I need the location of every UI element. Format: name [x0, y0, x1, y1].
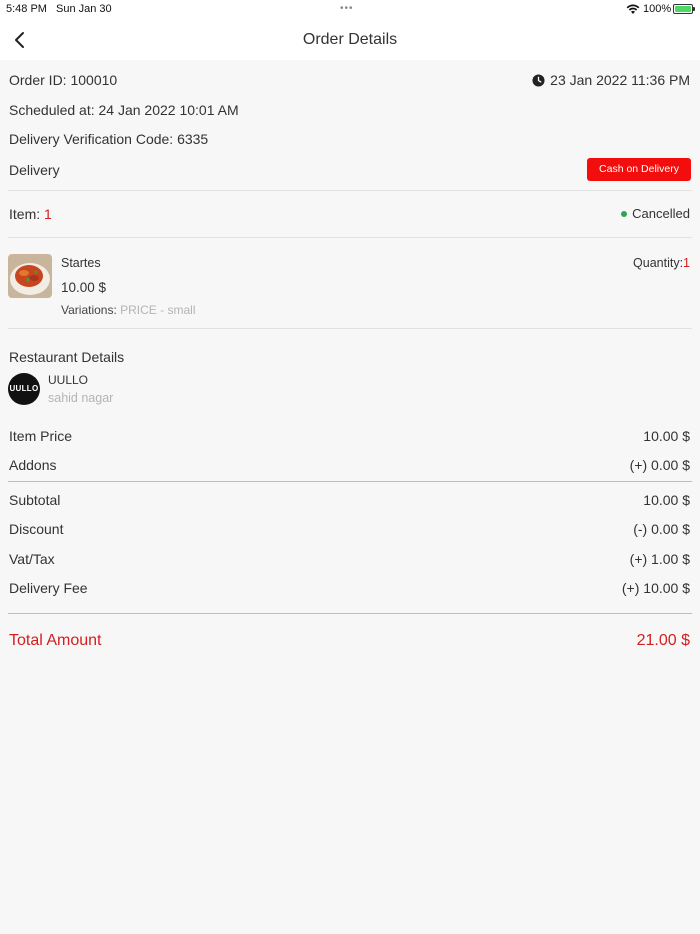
- variations-value: PRICE - small: [120, 303, 196, 317]
- status-dot-icon: [621, 210, 628, 217]
- divider: [8, 328, 692, 329]
- divider: [8, 481, 692, 482]
- vat-value: (+) 1.00 $: [629, 551, 690, 567]
- order-status: Cancelled: [621, 206, 690, 221]
- divider: [8, 190, 692, 191]
- divider: [8, 613, 692, 614]
- item-count-row: Item: 1: [9, 206, 52, 222]
- restaurant-address: sahid nagar: [48, 391, 114, 405]
- divider: [8, 237, 692, 238]
- discount-label: Discount: [9, 521, 64, 537]
- status-time: 5:48 PM: [6, 3, 47, 15]
- restaurant-name: UULLO: [48, 373, 89, 387]
- order-id: Order ID: 100010: [9, 72, 118, 88]
- verification-code: Delivery Verification Code: 6335: [9, 131, 209, 147]
- status-date: Sun Jan 30: [56, 3, 112, 15]
- item-price-label: Item Price: [9, 428, 73, 444]
- scheduled-at: Scheduled at: 24 Jan 2022 10:01 AM: [9, 102, 239, 118]
- quantity-label: Quantity:: [633, 256, 684, 270]
- status-text: Cancelled: [632, 206, 690, 221]
- delivery-fee-label: Delivery Fee: [9, 580, 88, 596]
- item-price: 10.00 $: [61, 280, 107, 295]
- addons-label: Addons: [9, 457, 57, 473]
- restaurant-section-title: Restaurant Details: [9, 349, 125, 365]
- order-datetime: 23 Jan 2022 11:36 PM: [550, 72, 690, 88]
- subtotal-label: Subtotal: [9, 492, 61, 508]
- food-image: [8, 254, 52, 298]
- delivery-fee-value: (+) 10.00 $: [621, 580, 690, 596]
- total-amount-value: 21.00 $: [636, 632, 690, 649]
- item-count-value: 1: [44, 206, 52, 222]
- battery-percent: 100%: [643, 3, 672, 15]
- item-name: Startes: [61, 256, 101, 270]
- payment-method-badge: Cash on Delivery: [587, 158, 691, 181]
- variations-label: Variations:: [61, 303, 121, 317]
- discount-value: (-) 0.00 $: [633, 521, 690, 537]
- restaurant-logo: UULLO: [8, 373, 40, 405]
- order-type: Delivery: [9, 162, 60, 178]
- subtotal-value: 10.00 $: [643, 492, 690, 508]
- item-price-value: 10.00 $: [643, 428, 690, 444]
- total-amount-label: Total Amount: [9, 632, 102, 649]
- item-variations: Variations: PRICE - small: [61, 303, 195, 317]
- addons-value: (+) 0.00 $: [629, 457, 690, 473]
- wifi-icon: [626, 4, 640, 14]
- multitask-dots-icon[interactable]: •••: [340, 3, 354, 14]
- page-title: Order Details: [302, 31, 398, 48]
- battery-icon: [673, 4, 695, 14]
- item-quantity: Quantity:1: [633, 256, 690, 270]
- nav-bar: Order Details: [0, 20, 700, 60]
- vat-label: Vat/Tax: [9, 551, 55, 567]
- status-bar: 5:48 PM Sun Jan 30 ••• 100%: [0, 0, 700, 20]
- order-datetime-group: 23 Jan 2022 11:36 PM: [532, 72, 690, 88]
- item-count-label: Item:: [9, 206, 45, 222]
- quantity-value: 1: [683, 256, 690, 270]
- clock-icon: [532, 73, 545, 87]
